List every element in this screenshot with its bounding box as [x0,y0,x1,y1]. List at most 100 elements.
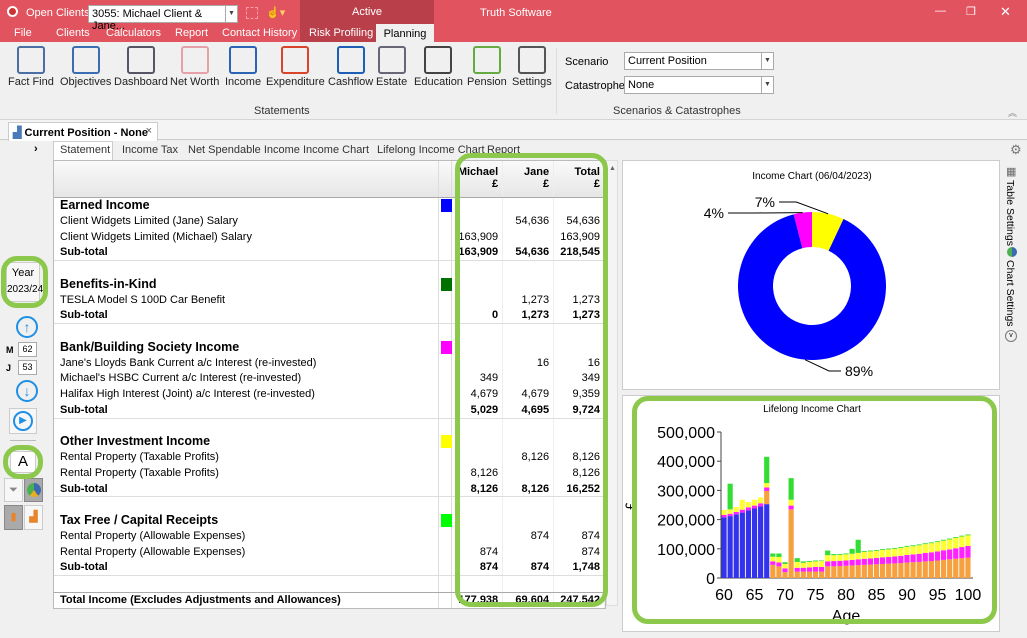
bar-segment[interactable] [965,535,971,546]
filter-icon[interactable]: ⏷ [4,478,23,502]
bar-segment[interactable] [831,554,837,556]
bar-segment[interactable] [947,539,953,550]
bar-segment[interactable] [861,552,867,559]
tab-lifelong-income-chart[interactable]: Lifelong Income Chart [377,144,485,156]
bar-segment[interactable] [855,539,861,553]
bar-segment[interactable] [812,561,819,567]
bar-segment[interactable] [837,566,843,578]
bar-segment[interactable] [733,507,739,513]
bar-segment[interactable] [849,553,855,560]
bar-segment[interactable] [965,545,971,558]
bar-segment[interactable] [873,550,880,558]
bar-segment[interactable] [947,559,953,578]
tab-net-spendable-income[interactable]: Net Spendable Income [188,144,300,156]
bar-segment[interactable] [867,550,873,552]
bar-segment[interactable] [812,560,819,562]
col-jane[interactable]: Jane £ [503,161,555,197]
bar-segment[interactable] [776,553,782,557]
bar-segment[interactable] [861,558,867,565]
open-clients-select[interactable]: 3055: Michael Client & Jane... ▼ [88,5,238,32]
bar-segment[interactable] [782,568,788,573]
collapse-ribbon-icon[interactable]: ︽ [1008,106,1017,119]
minimize-icon[interactable]: — [935,5,946,17]
arrow-up-icon[interactable]: ↑ [16,316,38,338]
bar-segment[interactable] [843,554,849,561]
bar-segment[interactable] [916,545,922,554]
bar-segment[interactable] [751,499,758,506]
bar-segment[interactable] [800,571,806,578]
bar-segment[interactable] [940,559,947,578]
close-tab-icon[interactable]: × [146,125,152,137]
gear-icon[interactable]: ⚙ [1010,142,1022,158]
bar-segment[interactable] [922,544,928,553]
scenario-select[interactable]: Current Position ▼ [624,52,774,70]
bar-segment[interactable] [892,563,898,578]
restore-icon[interactable]: ❐ [966,5,976,18]
bar-segment[interactable] [727,516,733,578]
bar-segment[interactable] [794,558,800,562]
menu-calculators[interactable]: Calculators [106,27,161,39]
play-button[interactable]: ▶ [9,408,37,434]
bar-segment[interactable] [788,478,794,500]
close-window-icon[interactable]: ✕ [1000,4,1011,20]
bar-segment[interactable] [788,505,794,510]
bar-segment[interactable] [855,559,861,566]
bar-segment[interactable] [770,564,776,578]
bar-segment[interactable] [800,562,806,568]
bar-segment[interactable] [745,502,752,508]
bar-segment[interactable] [843,560,849,566]
bar-segment[interactable] [806,561,813,562]
bar-segment[interactable] [910,545,916,547]
menu-clients[interactable]: Clients [56,27,90,39]
bar-segment[interactable] [928,552,934,562]
bar-segment[interactable] [861,564,867,578]
ribbon-button-pension[interactable]: Pension [467,46,507,88]
bar-segment[interactable] [782,562,788,564]
michael-age-field[interactable]: 62 [18,342,37,357]
bar-segment[interactable] [764,487,770,491]
bar-segment[interactable] [940,550,947,560]
bar-segment[interactable] [879,557,886,564]
bar-segment[interactable] [922,552,928,562]
bar-segment[interactable] [770,561,776,565]
bar-segment[interactable] [806,567,813,572]
bar-segment[interactable] [879,563,886,578]
bar-segment[interactable] [965,557,971,578]
bar-segment[interactable] [825,566,831,578]
bar-segment[interactable] [886,549,892,557]
bar-segment[interactable] [886,548,892,550]
bar-segment[interactable] [819,560,825,562]
bar-segment[interactable] [916,553,922,562]
ribbon-button-net-worth[interactable]: Net Worth [170,46,219,88]
bar-segment[interactable] [727,513,733,517]
menu-planning[interactable]: Planning [376,24,434,42]
bar-segment[interactable] [825,555,831,562]
bar-segment[interactable] [947,538,953,540]
document-tab[interactable]: ▟ Current Position - None × [8,122,158,141]
bar-segment[interactable] [904,546,910,555]
bar-segment[interactable] [788,509,794,578]
bar-segment[interactable] [849,559,855,566]
ribbon-button-dashboard[interactable]: Dashboard [114,46,168,88]
bar-segment[interactable] [855,552,861,560]
menu-contact-history[interactable]: Contact History [222,27,297,39]
bar-segment[interactable] [764,490,770,505]
bar-segment[interactable] [855,565,861,578]
bar-segment[interactable] [934,551,941,561]
bar-segment[interactable] [928,561,934,578]
bar-segment[interactable] [843,565,849,578]
bar-segment[interactable] [904,554,910,563]
bar-segment[interactable] [733,512,739,515]
bar-segment[interactable] [837,560,843,567]
bar-segment[interactable] [751,508,758,578]
bar-segment[interactable] [934,560,941,578]
bar-segment[interactable] [953,537,959,549]
tab-income-tax[interactable]: Income Tax [122,144,178,156]
menu-risk-profiling[interactable]: Risk Profiling [309,27,373,39]
bar-segment[interactable] [934,541,941,543]
expand-panel-icon[interactable]: › [34,143,38,155]
bar-segment[interactable] [764,456,770,484]
bar-segment[interactable] [928,542,934,544]
col-total[interactable]: Total £ [554,161,605,197]
ribbon-button-estate[interactable]: Estate [376,46,407,88]
